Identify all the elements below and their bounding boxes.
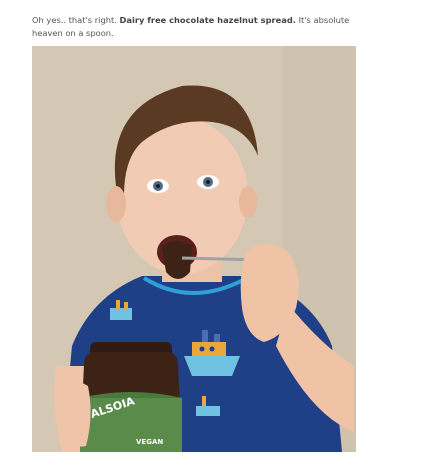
- photo-illustration: ALSOIA VEGAN: [32, 46, 356, 452]
- post-photo[interactable]: ALSOIA VEGAN: [32, 46, 356, 452]
- jar-vegan-label: VEGAN: [136, 438, 163, 446]
- intro-text-before: Oh yes.. that's right.: [32, 15, 120, 26]
- intro-paragraph: Oh yes.. that's right. Dairy free chocol…: [32, 14, 352, 39]
- blog-post: Oh yes.. that's right. Dairy free chocol…: [0, 0, 432, 466]
- intro-bold-text: Dairy free chocolate hazelnut spread.: [119, 15, 296, 26]
